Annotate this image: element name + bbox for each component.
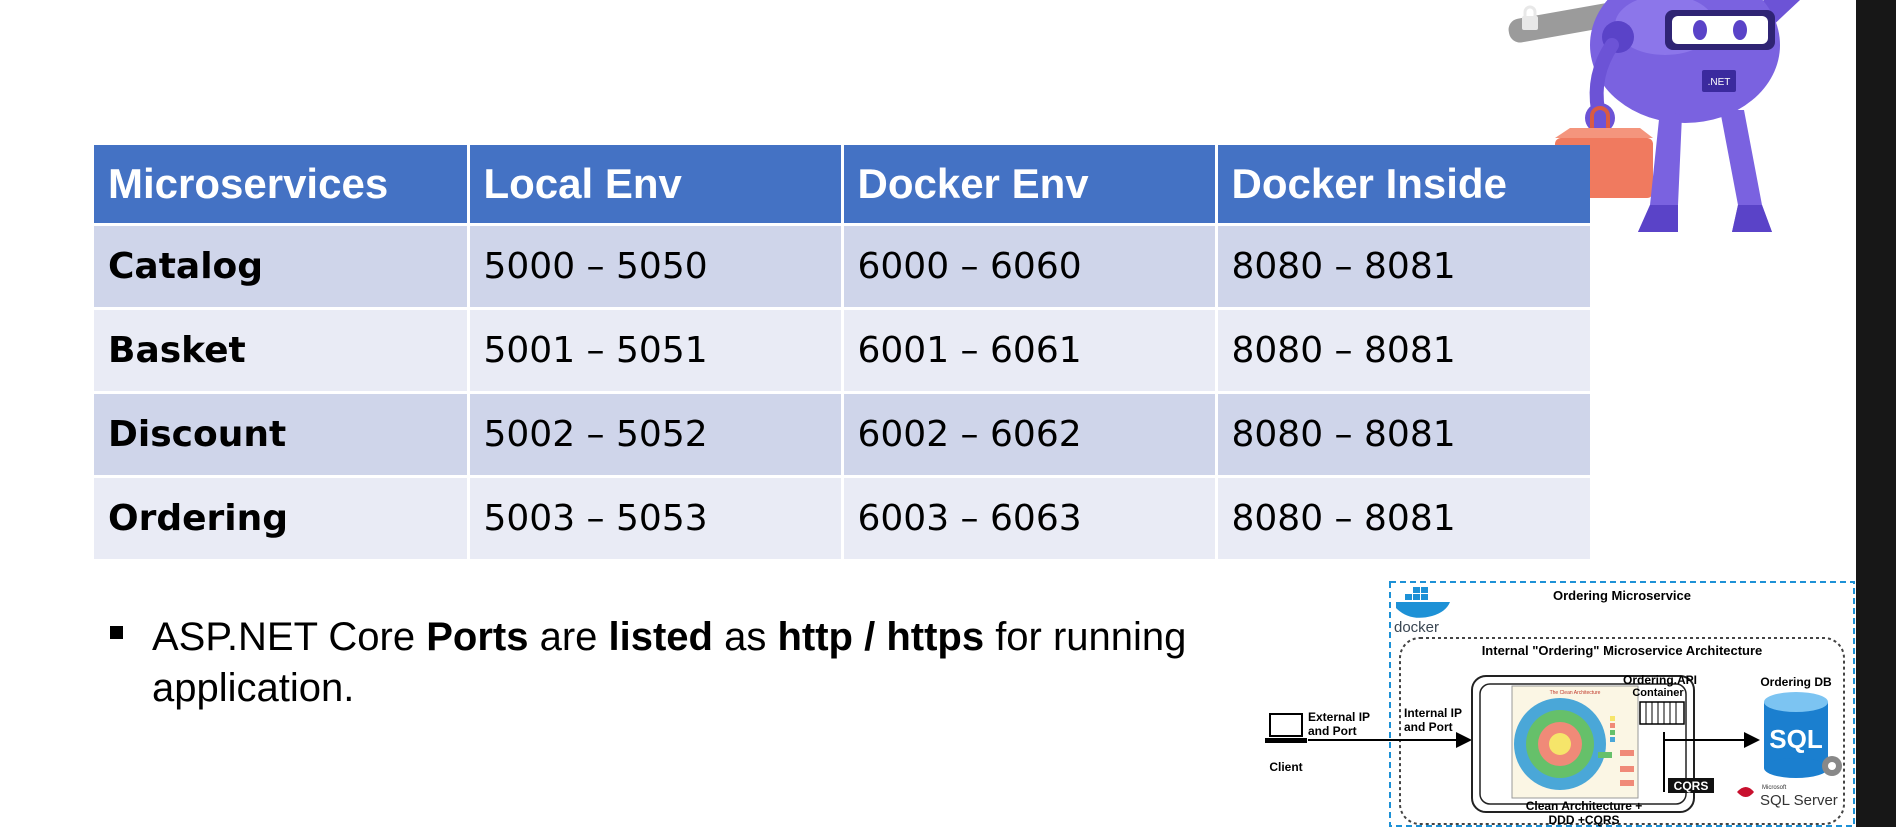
ordering-architecture-diagram: docker Ordering Microservice Internal "O… <box>1265 581 1855 827</box>
docker-label: docker <box>1394 619 1439 636</box>
local-env-cell: 5000 – 5050 <box>468 224 844 310</box>
table-row: Discount 5002 – 5052 6002 – 6062 8080 – … <box>94 392 1590 478</box>
internal-ip-line2: and Port <box>1404 720 1453 734</box>
local-env-cell: 5001 – 5051 <box>468 308 844 394</box>
column-header-docker-env: Docker Env <box>842 145 1218 226</box>
ordering-db-label: Ordering DB <box>1760 675 1832 689</box>
docker-inside-cell: 8080 – 8081 <box>1216 224 1590 310</box>
diagram-title: Ordering Microservice <box>1553 588 1691 603</box>
sql-label: SQL <box>1769 724 1823 754</box>
docker-env-cell: 6002 – 6062 <box>842 392 1218 478</box>
dotnet-badge-text: .NET <box>1708 77 1731 88</box>
api-container-line2: Container <box>1632 687 1684 699</box>
client-label: Client <box>1269 760 1302 774</box>
local-env-cell: 5002 – 5052 <box>468 392 844 478</box>
docker-env-cell: 6001 – 6061 <box>842 308 1218 394</box>
column-header-docker-inside: Docker Inside <box>1216 145 1590 226</box>
table-row: Catalog 5000 – 5050 6000 – 6060 8080 – 8… <box>94 224 1590 310</box>
external-ip-line2: and Port <box>1308 724 1357 738</box>
api-container-line1: Ordering.API <box>1623 673 1697 687</box>
internal-ip-line1: Internal IP <box>1404 706 1462 720</box>
table-header-row: Microservices Local Env Docker Env Docke… <box>94 145 1590 226</box>
docker-whale-icon <box>1396 587 1450 618</box>
bullet-text-listed: listed <box>608 615 713 659</box>
table-row: Ordering 5003 – 5053 6003 – 6063 8080 – … <box>94 476 1590 562</box>
sql-server-microsoft-label: Microsoft <box>1762 785 1787 791</box>
clean-arch-image-title: The Clean Architecture <box>1550 690 1601 696</box>
service-name-cell: Catalog <box>94 224 470 310</box>
table-row: Basket 5001 – 5051 6001 – 6061 8080 – 80… <box>94 308 1590 394</box>
sql-server-label: SQL Server <box>1760 792 1838 809</box>
clean-architecture-image: The Clean Architecture <box>1511 685 1639 799</box>
docker-inside-cell: 8080 – 8081 <box>1216 392 1590 478</box>
lock-icon <box>1522 16 1538 30</box>
service-name-cell: Discount <box>94 392 470 478</box>
bullet-text-http: http / https <box>777 615 985 659</box>
clean-arch-caption-line1: Clean Architecture + <box>1526 799 1643 813</box>
column-header-local-env: Local Env <box>468 145 844 226</box>
service-name-cell: Ordering <box>94 476 470 562</box>
service-name-cell: Basket <box>94 308 470 394</box>
bullet-text-3: as <box>712 615 778 659</box>
container-icon <box>1639 701 1685 725</box>
internal-architecture-title: Internal "Ordering" Microservice Archite… <box>1482 643 1763 658</box>
bullet-text-1: ASP.NET Core <box>152 615 427 659</box>
bullet-square-icon <box>110 626 123 639</box>
local-env-cell: 5003 – 5053 <box>468 476 844 562</box>
docker-inside-cell: 8080 – 8081 <box>1216 308 1590 394</box>
ports-table: Microservices Local Env Docker Env Docke… <box>94 145 1590 562</box>
docker-inside-cell: 8080 – 8081 <box>1216 476 1590 562</box>
laptop-icon <box>1265 713 1307 743</box>
bullet-item: ASP.NET Core Ports are listed as http / … <box>152 612 1272 714</box>
external-ip-line1: External IP <box>1308 710 1370 724</box>
bullet-text-ports: Ports <box>426 615 529 659</box>
clean-arch-caption-line2: DDD +CQRS <box>1548 813 1619 827</box>
gear-icon <box>1822 756 1842 776</box>
docker-env-cell: 6003 – 6063 <box>842 476 1218 562</box>
cqrs-label: CQRS <box>1674 779 1709 793</box>
docker-env-cell: 6000 – 6060 <box>842 224 1218 310</box>
column-header-microservices: Microservices <box>94 145 470 226</box>
bullet-text-2: are <box>528 615 609 659</box>
right-edge-strip <box>1856 0 1896 827</box>
sql-server-logo <box>1737 787 1754 797</box>
